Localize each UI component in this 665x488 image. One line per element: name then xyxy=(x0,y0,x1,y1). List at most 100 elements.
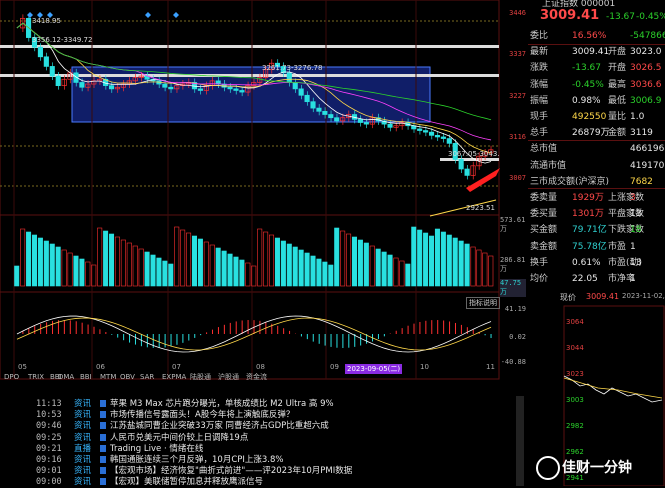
separator xyxy=(528,44,665,45)
tab-obv[interactable]: OBV xyxy=(120,372,135,382)
news-item[interactable]: 09:25 资讯 人民币兑美元中间价较上日调降19点 xyxy=(0,432,510,444)
volume-bar xyxy=(97,227,103,287)
mini-avg-line xyxy=(563,377,663,399)
news-tag: 资讯 xyxy=(74,432,92,443)
volume-bar xyxy=(440,231,446,287)
quote-row: 卖金额 75.78亿 市盈 1 xyxy=(530,239,663,255)
volume-bar xyxy=(180,229,186,287)
tab-dpo[interactable]: DPO xyxy=(4,372,19,382)
news-item[interactable]: 11:13 资讯 苹果 M3 Max 芯片跑分曝光，单核成绩比 M2 Ultra 高… xyxy=(0,398,510,410)
news-time: 09:21 xyxy=(36,443,62,454)
news-time: 09:25 xyxy=(36,432,62,443)
candle xyxy=(239,90,245,93)
quote-row: 总市值 466196 xyxy=(530,141,665,157)
volume-bar xyxy=(423,232,429,287)
tab-bbi2[interactable]: BBI xyxy=(80,372,92,382)
news-item[interactable]: 10:53 资讯 市场传播信号露面头！A股今年将上演触底反弹？ xyxy=(0,409,510,421)
candle xyxy=(168,86,174,90)
quote-value: 22.05 xyxy=(572,274,598,284)
low-label: 2923.51 xyxy=(466,204,495,212)
volume-bar xyxy=(37,237,43,287)
news-item[interactable]: 09:21 直播 Trading Live · 情绪在线 xyxy=(0,443,510,455)
kline-chart[interactable] xyxy=(0,0,500,380)
quote-key: 涨幅 xyxy=(530,79,549,90)
quote-value2: 1 xyxy=(630,274,636,284)
news-tag: 直播 xyxy=(74,443,92,454)
quote-key: 现手 xyxy=(530,112,549,122)
volume-bar xyxy=(79,258,85,287)
quote-row: 总手 26879万 金额 3119 xyxy=(530,125,663,141)
volume-bar xyxy=(168,263,174,287)
candle xyxy=(440,136,446,139)
candle xyxy=(417,128,423,131)
volume-bar xyxy=(85,261,91,287)
tab-trix[interactable]: TRIX xyxy=(28,372,44,382)
quote-key: 振幅 xyxy=(530,95,549,106)
news-scrollbar[interactable] xyxy=(516,396,524,486)
tab-mtm[interactable]: MTM xyxy=(100,372,116,382)
volume-bar xyxy=(393,257,399,287)
quote-row: 买金额 79.71亿 下跌家数 18 xyxy=(530,222,663,238)
candle xyxy=(458,159,464,170)
tab-sar[interactable]: SAR xyxy=(140,372,154,382)
quote-value: 1929万 xyxy=(572,193,604,203)
volume-bar xyxy=(26,231,32,287)
volume-bar xyxy=(304,252,310,287)
candle xyxy=(423,130,429,133)
quote-value: 16.56% xyxy=(572,31,607,41)
volume-bar xyxy=(446,234,452,287)
tab-hk-connect[interactable]: 陆股通 xyxy=(190,372,211,382)
volume-bar xyxy=(346,233,352,287)
quote-key2: 开盘 xyxy=(608,63,627,74)
volume-bar xyxy=(114,236,120,287)
watermark: 佳财一分钟 xyxy=(562,460,632,476)
news-doc-icon xyxy=(100,422,106,430)
candle xyxy=(434,134,441,138)
news-item[interactable]: 09:00 资讯 【宏观】美联储暂停加息并释放鹰派信号 xyxy=(0,476,510,488)
volume-bar xyxy=(399,260,405,287)
quote-value: 0.98% xyxy=(572,95,601,106)
tab-dma[interactable]: DMA xyxy=(58,372,74,382)
candle xyxy=(55,75,61,87)
candle xyxy=(298,88,304,96)
news-item[interactable]: 09:01 资讯 【宏观市场】经济恢复"曲折式前进"——评2023年10月PMI数据 xyxy=(0,465,510,477)
news-item[interactable]: 09:16 资讯 韩国通胀连续三个月反弹，10月CPI上涨3.8% xyxy=(0,454,510,466)
volume-bar xyxy=(174,226,180,287)
news-title: 市场传播信号露面头！A股今年将上演触底反弹？ xyxy=(110,410,295,421)
high-label: 3418.95 xyxy=(32,17,61,25)
news-time: 09:00 xyxy=(36,477,62,488)
quote-value: 75.78亿 xyxy=(572,241,607,252)
quote-value2: 18 xyxy=(630,225,642,236)
news-item[interactable]: 09:46 资讯 江苏盐城同曹企业突破33万家 同曹经济占GDP比重超六成 xyxy=(0,420,510,432)
support-band xyxy=(440,158,499,161)
tab-expma[interactable]: EXPMA xyxy=(162,372,186,382)
wechat-logo-icon xyxy=(536,456,560,480)
quote-value2: 466196 xyxy=(630,144,665,155)
volume-bar xyxy=(298,249,304,287)
volume-bar xyxy=(215,247,221,287)
news-title: 【宏观市场】经济恢复"曲折式前进"——评2023年10月PMI数据 xyxy=(110,466,353,477)
quote-key2: 上涨家数 xyxy=(608,193,645,203)
volume-bar xyxy=(126,242,132,287)
index-price: 3009.41 xyxy=(540,8,600,23)
quote-value2: 419170 xyxy=(630,160,665,171)
mini-axis-tick: 3023 xyxy=(566,370,584,378)
indicator-help-button[interactable]: 指标说明 xyxy=(466,297,500,309)
news-time: 11:13 xyxy=(36,399,62,409)
price-tick: 3007 xyxy=(509,174,526,182)
quote-key2: 金额 xyxy=(608,128,627,139)
news-time: 09:01 xyxy=(36,466,62,477)
tab-sh-connect[interactable]: 沪股通 xyxy=(218,372,239,382)
volume-bar xyxy=(375,248,381,287)
volume-bar xyxy=(109,233,115,287)
index-change-pct: -0.45% xyxy=(636,12,665,22)
candle xyxy=(43,56,49,67)
resistance-band xyxy=(0,45,499,48)
volume-bar xyxy=(310,255,316,287)
quote-key: 委卖量 xyxy=(530,193,558,203)
news-title: 人民币兑美元中间价较上日调降19点 xyxy=(110,432,249,443)
candle xyxy=(310,101,316,109)
quote-key: 最新 xyxy=(530,47,549,58)
tab-capital-flow[interactable]: 资金流 xyxy=(246,372,267,382)
news-doc-icon xyxy=(100,433,106,441)
